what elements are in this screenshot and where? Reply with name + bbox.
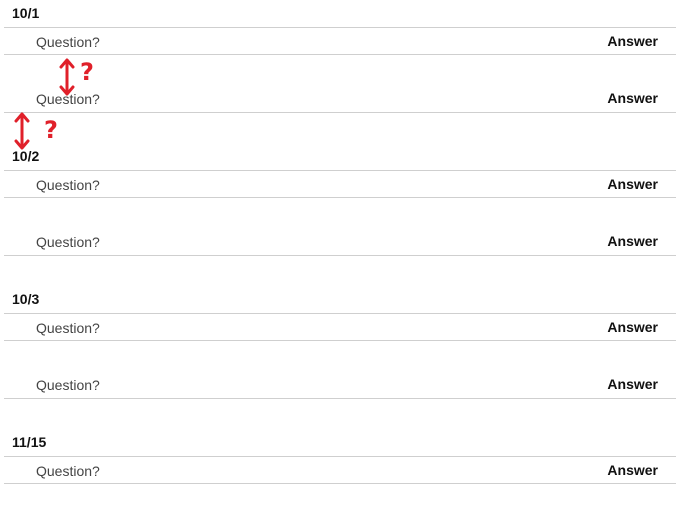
question-text: Question? bbox=[36, 177, 100, 193]
answer-text: Answer bbox=[607, 33, 658, 49]
group-date-heading: 11/15 bbox=[12, 434, 47, 450]
question-mark-annotation: ? bbox=[80, 58, 94, 86]
answer-text: Answer bbox=[607, 462, 658, 478]
faq-row[interactable]: Question? Answer bbox=[4, 313, 676, 341]
faq-row[interactable]: Question? Answer bbox=[4, 456, 676, 484]
group-date-heading: 10/1 bbox=[12, 5, 40, 21]
answer-text: Answer bbox=[607, 90, 658, 106]
group-date-heading: 10/3 bbox=[12, 291, 40, 307]
question-text: Question? bbox=[36, 320, 100, 336]
answer-text: Answer bbox=[607, 176, 658, 192]
question-text: Question? bbox=[36, 463, 100, 479]
faq-page: 10/1 Question? Answer Question? Answer 1… bbox=[0, 0, 678, 520]
faq-row[interactable]: Question? Answer bbox=[4, 371, 676, 399]
question-text: Question? bbox=[36, 234, 100, 250]
question-text: Question? bbox=[36, 91, 100, 107]
faq-row[interactable]: Question? Answer bbox=[4, 170, 676, 198]
question-text: Question? bbox=[36, 34, 100, 50]
faq-row[interactable]: Question? Answer bbox=[4, 27, 676, 55]
faq-row[interactable]: Question? Answer bbox=[4, 228, 676, 256]
answer-text: Answer bbox=[607, 376, 658, 392]
faq-row[interactable]: Question? Answer bbox=[4, 85, 676, 113]
answer-text: Answer bbox=[607, 319, 658, 335]
question-text: Question? bbox=[36, 377, 100, 393]
answer-text: Answer bbox=[607, 233, 658, 249]
group-date-heading: 10/2 bbox=[12, 148, 40, 164]
question-mark-annotation: ? bbox=[44, 116, 58, 144]
